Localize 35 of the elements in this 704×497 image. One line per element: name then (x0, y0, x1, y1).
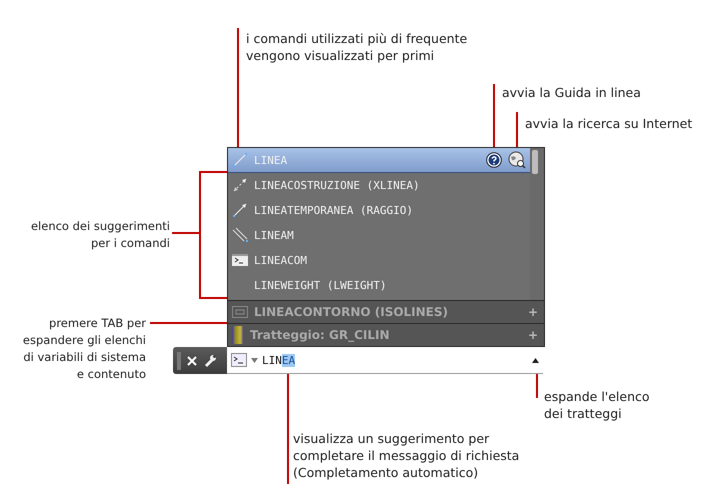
wrench-icon[interactable] (203, 354, 217, 368)
suggestion-item[interactable]: LINEWEIGHT (LWEIGHT) (228, 273, 530, 298)
variable-icon (232, 306, 248, 318)
suggestion-item[interactable]: LINEACOSTRUZIONE (XLINEA) (228, 173, 530, 198)
grip-icon (177, 352, 181, 370)
multiline-icon (232, 227, 248, 243)
callout-text: i comandi utilizzati più di frequente vengono visualizzati per primi (246, 30, 468, 64)
globe-search-icon[interactable] (508, 151, 526, 169)
callout-text: avvia la ricerca su Internet (525, 115, 692, 132)
ray-icon (232, 202, 248, 218)
leader-line (516, 112, 518, 147)
callout-text: elenco dei suggerimenti per i comandi (30, 218, 170, 252)
scroll-up-icon[interactable] (532, 358, 539, 362)
line-icon (232, 152, 248, 168)
hatch-swatch-icon (232, 326, 244, 344)
suggestion-item[interactable]: LINEAM (228, 223, 530, 248)
suggestion-category[interactable]: LINEACONTORNO (ISOLINES) + (228, 301, 544, 324)
callout-text: avvia la Guida in linea (502, 84, 641, 101)
callout-text: premere TAB per espandere gli elenchi di variabili di sistema e contenuto (22, 315, 146, 383)
close-icon[interactable] (186, 354, 198, 366)
callout-text: visualizza un suggerimento per completare il messaggio di richiesta (Completamento automatico) (293, 430, 520, 481)
help-icon[interactable] (486, 152, 502, 168)
construction-line-icon (232, 177, 248, 193)
command-prompt-icon[interactable] (231, 353, 247, 367)
suggestion-item[interactable]: LINEATEMPORANEA (RAGGIO) (228, 198, 530, 223)
suggestion-category[interactable]: Tratteggio: GR_CILIN + (228, 324, 544, 347)
scrollbar[interactable] (530, 148, 544, 300)
expand-button[interactable]: + (528, 328, 538, 342)
command-input-field[interactable]: LINEA (227, 347, 543, 374)
suggestion-item[interactable]: LINEACOM (228, 248, 530, 273)
leader-line (493, 84, 495, 147)
command-prompt-icon (232, 254, 248, 266)
expand-button[interactable]: + (528, 305, 538, 319)
caret-icon[interactable] (251, 358, 258, 362)
callout-text: espande l'elenco dei tratteggi (544, 388, 650, 422)
